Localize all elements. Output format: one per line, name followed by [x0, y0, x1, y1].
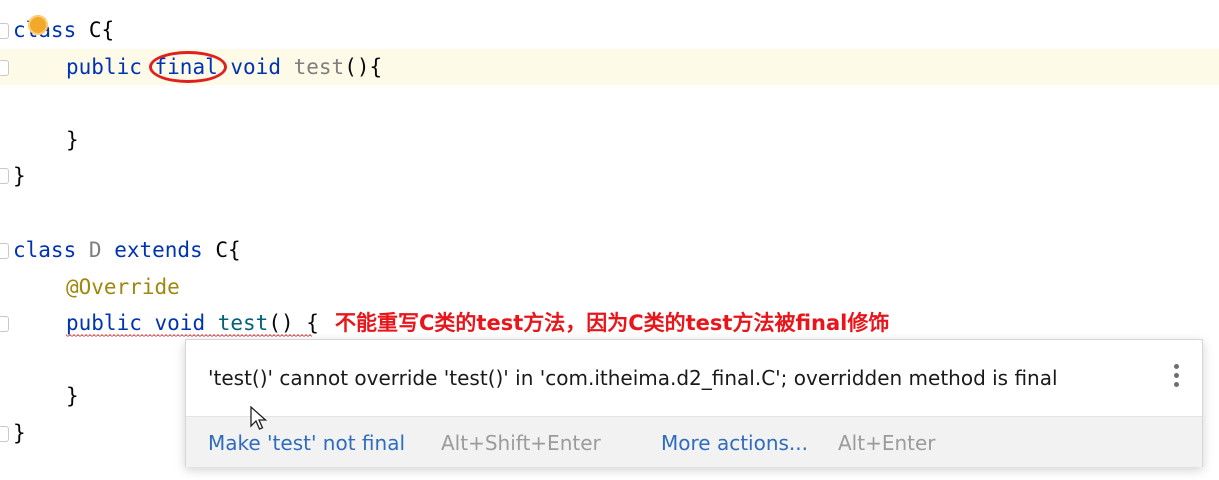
quick-fix-bar: Make 'test' not final Alt+Shift+Enter Mo… — [186, 416, 1202, 467]
punctuation: () { — [268, 311, 319, 335]
keyword: class — [13, 238, 77, 262]
punctuation: C{ — [215, 238, 241, 262]
action2-shortcut: Alt+Enter — [838, 431, 936, 455]
code-line-8[interactable]: @Override — [66, 269, 180, 305]
mouse-cursor-icon — [250, 406, 268, 430]
more-actions-link[interactable]: More actions... — [661, 431, 808, 455]
final-highlight-circle — [149, 51, 227, 83]
keyword: void — [154, 311, 206, 335]
code-line-5[interactable]: } — [13, 158, 26, 194]
fold-marker-icon[interactable] — [0, 426, 9, 442]
code-line-4[interactable]: } — [66, 122, 79, 158]
code-line-1[interactable]: class C{ — [13, 12, 114, 48]
code-line-11[interactable]: } — [66, 378, 79, 414]
error-message: 'test()' cannot override 'test()' in 'co… — [208, 366, 1058, 390]
fold-marker-icon[interactable] — [0, 316, 9, 332]
error-popup: 'test()' cannot override 'test()' in 'co… — [185, 339, 1203, 467]
keyword: public — [66, 311, 142, 335]
more-options-icon[interactable] — [1174, 364, 1180, 394]
keyword: extends — [114, 238, 203, 262]
code-line-12[interactable]: } — [13, 415, 26, 451]
keyword: public — [66, 55, 142, 79]
annotation-note: 不能重写C类的test方法，因为C类的test方法被final修饰 — [335, 311, 890, 335]
punctuation: (){ — [344, 55, 383, 79]
fold-marker-icon[interactable] — [0, 243, 9, 259]
fold-marker-icon[interactable] — [0, 168, 9, 184]
action1-shortcut: Alt+Shift+Enter — [441, 431, 601, 455]
fold-marker-icon[interactable] — [0, 23, 9, 39]
fold-marker-icon[interactable] — [0, 60, 9, 76]
method-name: test — [293, 55, 345, 79]
code-line-7[interactable]: class D extends C{ — [13, 232, 241, 268]
class-name: D — [88, 238, 102, 262]
intention-bulb-icon[interactable] — [28, 15, 48, 35]
class-name: C{ — [76, 18, 115, 42]
keyword: void — [230, 55, 281, 79]
error-underline — [66, 334, 312, 338]
make-not-final-action[interactable]: Make 'test' not final — [208, 431, 405, 455]
method-name: test — [217, 311, 269, 335]
